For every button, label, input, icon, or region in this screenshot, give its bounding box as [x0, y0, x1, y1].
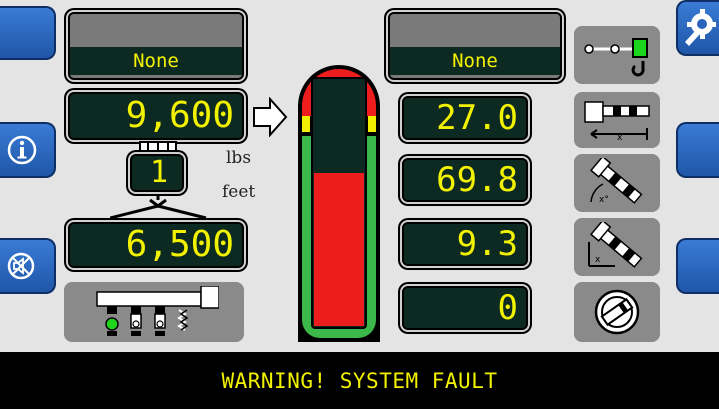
rated-capacity-display: 6,500	[68, 222, 244, 268]
slew-button[interactable]	[574, 282, 660, 342]
info-button[interactable]	[0, 122, 56, 178]
left-tab-top[interactable]	[0, 6, 56, 60]
svg-text:x: x	[595, 255, 601, 265]
slew-icon	[594, 289, 640, 335]
warning-banner: WARNING! SYSTEM FAULT	[0, 352, 719, 409]
anti-two-block-button[interactable]	[574, 26, 660, 84]
alarm-mute-icon	[7, 252, 35, 280]
radius-display: 27.0	[402, 96, 528, 140]
outrigger-icon	[96, 286, 219, 336]
right-name-box: None	[388, 12, 562, 80]
boom-length-button[interactable]: x	[574, 218, 660, 276]
arrow-right-icon	[253, 97, 288, 137]
right-name-value: None	[390, 47, 560, 75]
boom-angle-display: 69.8	[402, 158, 528, 202]
info-icon	[7, 135, 37, 165]
actual-load-display: 9,600	[68, 92, 244, 140]
radius-icon: x	[584, 101, 650, 143]
left-name-box: None	[68, 12, 244, 80]
settings-button[interactable]	[676, 0, 719, 56]
boom-length-icon: x	[588, 222, 643, 268]
radius-button[interactable]: x	[574, 92, 660, 148]
load-unit-label: lbs	[226, 148, 252, 168]
boom-angle-button[interactable]: x°	[574, 154, 660, 212]
parts-of-line-display: 1	[130, 154, 184, 192]
outrigger-button[interactable]	[64, 282, 244, 342]
settings-icon	[685, 9, 716, 46]
load-gauge-fill	[314, 173, 364, 326]
boom-length-display: 9.3	[402, 222, 528, 266]
svg-text:x: x	[617, 133, 623, 143]
left-name-value: None	[70, 47, 242, 75]
right-tab-middle[interactable]	[676, 122, 719, 178]
right-tab-bottom[interactable]	[676, 238, 719, 294]
load-gauge	[294, 58, 384, 346]
slew-display: 0	[402, 286, 528, 330]
length-unit-label: feet	[222, 182, 256, 202]
alarm-mute-button[interactable]	[0, 238, 56, 294]
anti-two-block-icon	[584, 38, 648, 77]
boom-angle-icon: x°	[589, 158, 643, 205]
svg-text:x°: x°	[599, 195, 609, 205]
